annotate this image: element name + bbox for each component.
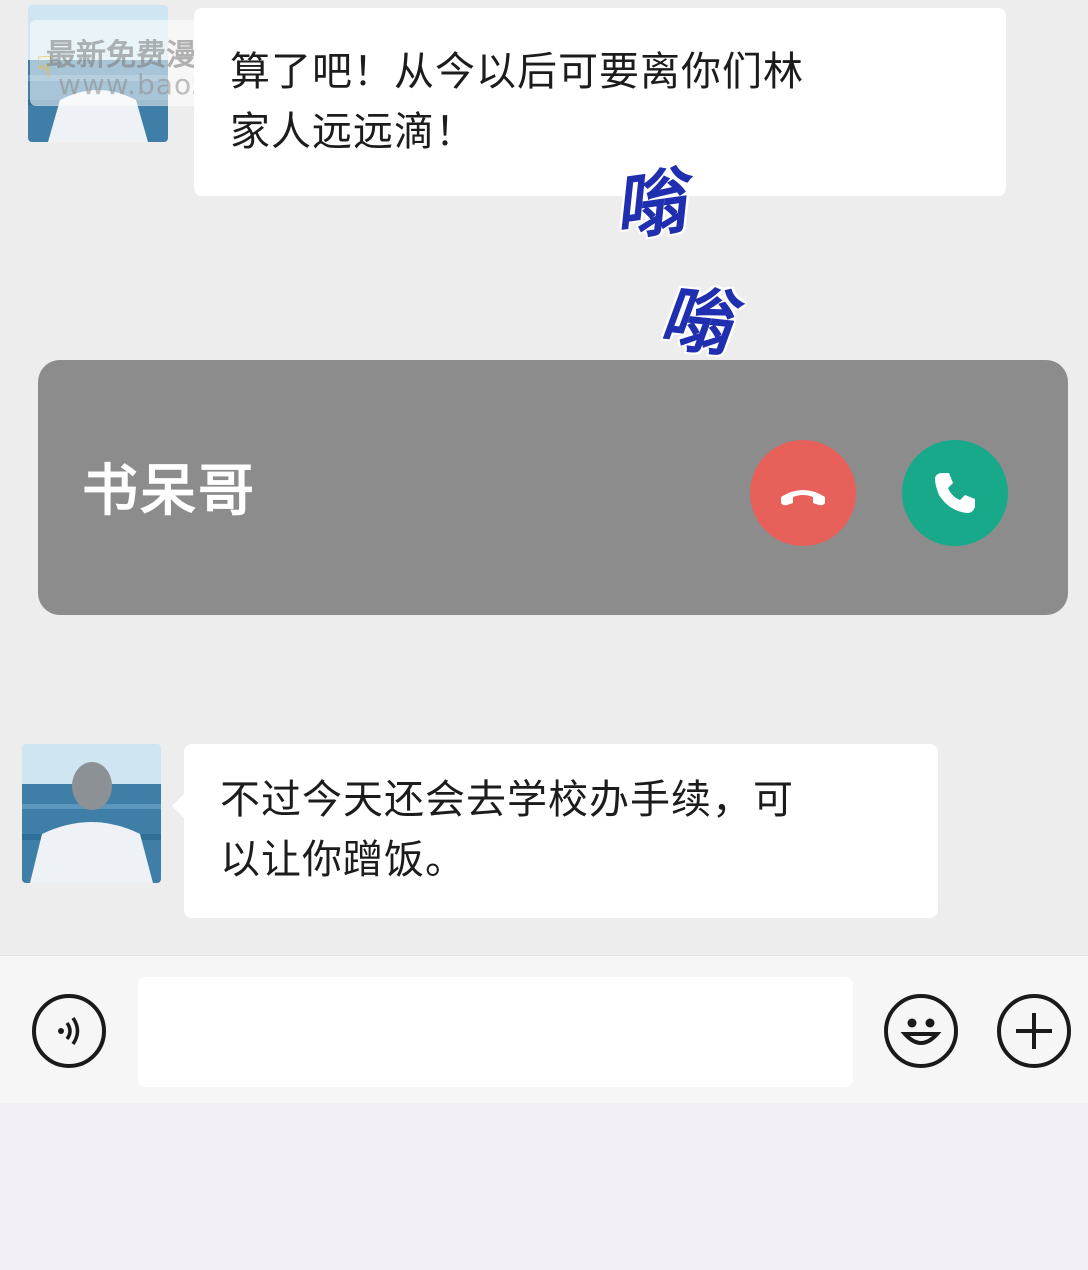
decline-call-button[interactable] [750, 440, 856, 546]
plus-icon [1016, 1013, 1052, 1049]
message-input[interactable] [138, 977, 853, 1087]
caller-name: 书呆哥 [82, 459, 256, 524]
emoji-button[interactable] [884, 994, 958, 1068]
voice-button[interactable] [32, 994, 106, 1068]
smiley-icon [900, 1018, 942, 1045]
message-bubble[interactable]: 算了吧！从今以后可要离你们林 家人远远滴！ [194, 8, 1006, 196]
bubble-tail [172, 794, 184, 818]
chat-area: ☟ ☟ 最新免费漫画 www.baozimh.com 算了吧！从今以后可要离你们… [0, 0, 1088, 955]
message-line: 以让你蹭饭。 [220, 837, 466, 883]
message-line: 算了吧！从今以后可要离你们林 [230, 49, 804, 95]
phone-icon [935, 473, 975, 513]
sound-effect: 嗡 [655, 274, 736, 367]
input-bar [0, 955, 1088, 1103]
message-bubble[interactable]: 不过今天还会去学校办手续，可 以让你蹭饭。 [172, 744, 938, 918]
voice-icon [58, 1017, 80, 1045]
sound-effect: 嗡 [607, 157, 691, 252]
more-button[interactable] [997, 994, 1071, 1068]
accept-call-button[interactable] [902, 440, 1008, 546]
contact-avatar[interactable] [22, 744, 161, 883]
incoming-call-banner[interactable]: 书呆哥 [38, 360, 1068, 615]
message-line: 不过今天还会去学校办手续，可 [220, 777, 794, 823]
phone-hangup-icon [781, 490, 825, 506]
message-line: 家人远远滴！ [230, 109, 476, 155]
page-background [0, 1103, 1088, 1270]
